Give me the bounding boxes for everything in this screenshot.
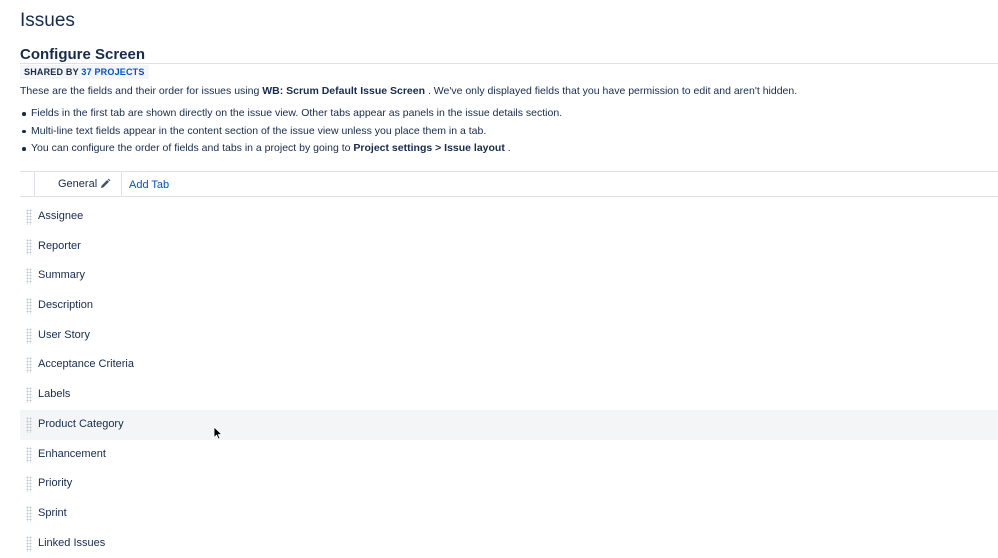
drag-handle-icon[interactable]: [26, 476, 32, 493]
page-title: Issues: [20, 10, 75, 31]
field-label: Assignee: [38, 210, 84, 222]
field-label: Description: [38, 299, 94, 312]
shared-badge: SHARED BY 37 PROJECTS: [20, 65, 149, 79]
drag-handle-icon[interactable]: [26, 268, 32, 285]
field-list: Assignee Reporter Summary Description Us…: [20, 202, 998, 558]
field-label: Summary: [38, 269, 86, 282]
field-row[interactable]: Description: [20, 291, 998, 321]
tab-general[interactable]: General: [34, 171, 122, 196]
field-label: User Story: [38, 328, 90, 341]
configure-screen-page: Issues Configure Screen SHARED BY 37 PRO…: [0, 0, 998, 558]
drag-handle-icon[interactable]: [26, 238, 32, 255]
field-row[interactable]: Acceptance Criteria: [20, 350, 998, 380]
field-row-hovered[interactable]: Product Category: [20, 409, 998, 440]
drag-handle-icon[interactable]: [26, 327, 32, 344]
drag-handle-icon[interactable]: [26, 446, 32, 463]
field-row[interactable]: Assignee: [20, 202, 998, 232]
field-row[interactable]: Reporter: [20, 232, 998, 262]
drag-handle-icon[interactable]: [26, 387, 32, 404]
info-bullets: Fields in the first tab are shown direct…: [20, 107, 562, 160]
field-label: Labels: [38, 388, 71, 401]
shared-label: SHARED BY: [24, 67, 79, 77]
description-prefix: These are the fields and their order for…: [20, 85, 260, 97]
info-bullet-text: Fields in the first tab are shown direct…: [31, 107, 563, 119]
info-bullet: Fields in the first tab are shown direct…: [20, 107, 562, 125]
section-title: Configure Screen: [20, 46, 146, 63]
field-row[interactable]: Labels: [20, 380, 998, 410]
description-suffix: . We've only displayed fields that you h…: [427, 85, 798, 97]
field-label: Product Category: [38, 417, 124, 430]
drag-handle-icon[interactable]: [26, 535, 32, 552]
section-divider: [20, 63, 998, 64]
field-label: Enhancement: [38, 447, 106, 460]
info-bullet-text: Multi-line text fields appear in the con…: [31, 124, 487, 137]
field-row[interactable]: Linked Issues: [20, 529, 998, 558]
add-tab-link[interactable]: Add Tab: [129, 172, 169, 196]
mouse-pointer-icon: [213, 426, 223, 440]
field-row[interactable]: Priority: [20, 469, 998, 499]
issue-layout-path: Project settings > Issue layout: [353, 142, 505, 154]
field-row[interactable]: User Story: [20, 321, 998, 351]
pencil-icon[interactable]: [99, 178, 111, 190]
info-bullet: Multi-line text fields appear in the con…: [20, 125, 562, 143]
field-row[interactable]: Summary: [20, 261, 998, 291]
info-bullet-text: You can configure the order of fields an…: [31, 142, 351, 154]
field-label: Sprint: [38, 506, 67, 519]
drag-handle-icon[interactable]: [26, 209, 32, 225]
field-row[interactable]: Sprint: [20, 499, 998, 529]
screen-description: These are the fields and their order for…: [20, 85, 797, 97]
field-row[interactable]: Enhancement: [20, 440, 998, 470]
tab-general-label: General: [58, 178, 98, 190]
drag-handle-icon[interactable]: [26, 505, 32, 522]
field-label: Linked Issues: [38, 536, 106, 549]
screen-name: WB: Scrum Default Issue Screen: [262, 85, 426, 97]
drag-handle-icon[interactable]: [26, 357, 32, 374]
field-label: Reporter: [38, 239, 81, 252]
info-bullet-suffix: .: [507, 142, 511, 154]
field-label: Priority: [38, 477, 73, 490]
shared-projects-link[interactable]: 37 PROJECTS: [81, 67, 144, 77]
tab-bar: General Add Tab: [20, 171, 998, 197]
field-label: Acceptance Criteria: [38, 358, 134, 371]
drag-handle-icon[interactable]: [26, 298, 32, 315]
drag-handle-icon[interactable]: [26, 416, 32, 433]
info-bullet: You can configure the order of fields an…: [20, 142, 562, 160]
